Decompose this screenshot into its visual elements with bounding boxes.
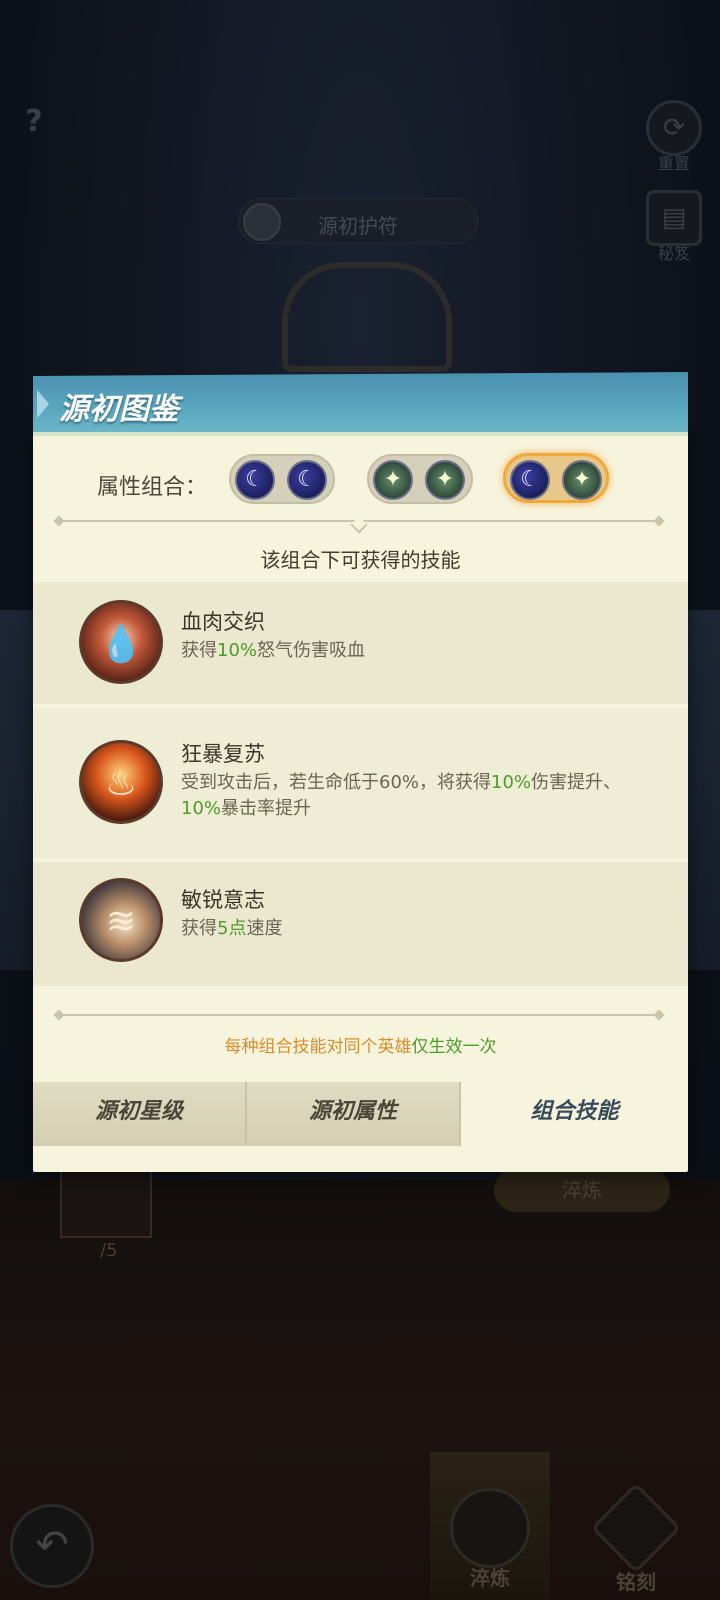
divider [59, 1014, 659, 1016]
bottom-tab-refine[interactable]: 淬炼 [430, 1452, 550, 1600]
combo-star-star[interactable]: ✦ ✦ [367, 454, 473, 504]
dialog-tab-bar: 源初星级 源初属性 组合技能 [33, 1082, 688, 1146]
skill-row: ≋ 敏锐意志 获得5点速度 [33, 862, 688, 986]
slot-count: /5 [100, 1240, 118, 1261]
skills-subtitle: 该组合下可获得的技能 [260, 548, 461, 572]
refine-icon [450, 1488, 530, 1568]
skill-name: 狂暴复苏 [181, 742, 265, 766]
reset-icon: ⟳ [646, 100, 702, 156]
reset-button[interactable]: ⟳ 重置 [642, 100, 706, 174]
back-arrow-icon: ↶ [35, 1522, 69, 1568]
star-orb-icon: ✦ [425, 460, 465, 500]
help-icon[interactable]: ? [20, 104, 48, 139]
engrave-icon [590, 1482, 682, 1574]
codex-dialog: 属性组合： ☾ ☾ ✦ ✦ ☾ ✦ 该组合下可获得的技能 💧 血肉交织 获得10… [33, 372, 688, 1172]
moon-orb-icon: ☾ [287, 460, 327, 500]
blood-drop-icon: 💧 [79, 600, 163, 684]
amulet-slot[interactable] [60, 1166, 152, 1238]
bottom-tab-refine-label: 淬炼 [470, 1566, 510, 1590]
bottom-tab-engrave[interactable]: 铭刻 [576, 1452, 696, 1600]
tab-attributes[interactable]: 源初属性 [247, 1082, 461, 1146]
book-icon: ▤ [646, 190, 702, 246]
skill-name: 血肉交织 [181, 610, 265, 634]
star-orb-icon: ✦ [373, 460, 413, 500]
reset-label: 重置 [657, 154, 690, 173]
swift-wind-icon: ≋ [79, 878, 163, 962]
amulet-name-label: 源初护符 [318, 214, 398, 238]
skill-description: 获得5点速度 [181, 918, 283, 939]
combo-label: 属性组合： [97, 475, 208, 500]
moon-orb-icon: ☾ [510, 460, 550, 500]
tab-star-level[interactable]: 源初星级 [33, 1082, 247, 1146]
combo-footnote: 每种组合技能对同个英雄仅生效一次 [224, 1037, 497, 1057]
skill-name: 敏锐意志 [181, 888, 265, 912]
skill-row: ♨ 狂暴复苏 受到攻击后，若生命低于60%，将获得10%伤害提升、10%暴击率提… [33, 708, 688, 858]
divider [59, 516, 659, 534]
skill-description: 获得10%怒气伤害吸血 [181, 640, 366, 661]
skill-description: 受到攻击后，若生命低于60%，将获得10%伤害提升、10%暴击率提升 [181, 772, 622, 819]
skill-row: 💧 血肉交织 获得10%怒气伤害吸血 [33, 582, 688, 704]
dialog-title: 源初图鉴 [59, 392, 179, 427]
combo-moon-moon[interactable]: ☾ ☾ [229, 454, 335, 504]
amulet-name-pill: 源初护符 [238, 198, 478, 244]
guide-book-label: 秘笈 [657, 244, 690, 263]
guide-book-button[interactable]: ▤ 秘笈 [642, 190, 706, 264]
combo-moon-star[interactable]: ☾ ✦ [503, 453, 609, 503]
dialog-header: 源初图鉴 [33, 372, 688, 436]
fury-figure-icon: ♨ [79, 740, 163, 824]
dialog-panel: 属性组合： ☾ ☾ ✦ ✦ ☾ ✦ 该组合下可获得的技能 💧 血肉交织 获得10… [33, 428, 688, 1172]
back-button[interactable]: ↶ [10, 1504, 94, 1588]
amulet-artwork [282, 262, 452, 372]
moon-orb-icon: ☾ [235, 460, 275, 500]
refine-tag[interactable]: 淬炼 [494, 1168, 670, 1212]
header-arrow-icon [37, 390, 49, 418]
star-orb-icon: ✦ [562, 460, 602, 500]
tab-combo-skills[interactable]: 组合技能 [461, 1082, 688, 1146]
